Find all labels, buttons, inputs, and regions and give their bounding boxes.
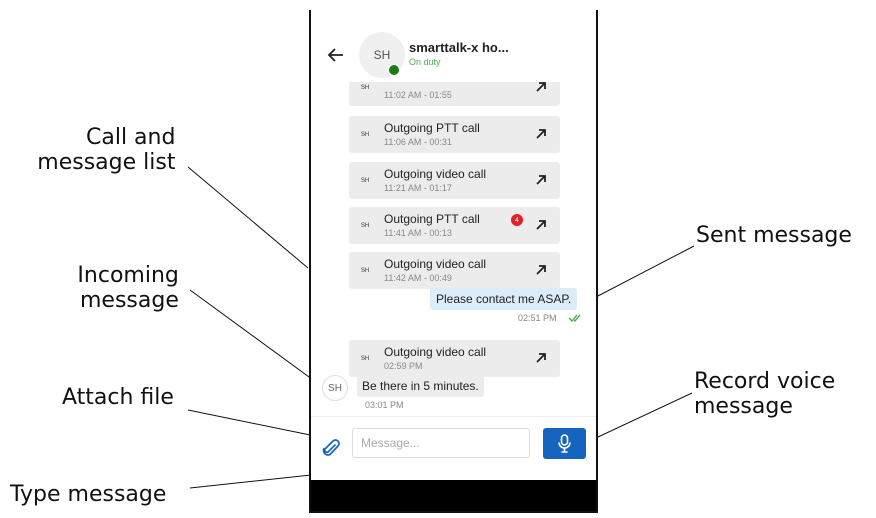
call-avatar: SH [360, 268, 370, 274]
callout-incoming: Incoming message [70, 263, 179, 313]
call-title: Outgoing PTT call [384, 212, 480, 226]
call-title: Outgoing video call [384, 345, 487, 359]
back-arrow-icon[interactable] [327, 46, 345, 64]
incoming-message-time: 03:01 PM [365, 400, 404, 410]
leader-attach [187, 409, 321, 438]
callout-call-list: Call and message list [34, 125, 175, 175]
leader-record-voice [597, 392, 693, 438]
callout-incoming-line1: Incoming [77, 263, 179, 288]
call-log-item[interactable]: SH Outgoing video call 11:42 AM - 00:49 [349, 252, 560, 289]
presence-indicator [388, 64, 400, 76]
incoming-message-bubble[interactable]: Be there in 5 minutes. [357, 375, 484, 397]
call-time: 11:21 AM - 01:17 [384, 183, 452, 193]
call-log-item[interactable]: SH Outgoing PTT call 11:41 AM - 00:13 4 [349, 207, 560, 244]
callout-sent: Sent message [696, 223, 852, 248]
sent-message-bubble[interactable]: Please contact me ASAP. [430, 288, 578, 310]
callout-incoming-line2: message [80, 288, 179, 313]
call-time: 11:06 AM - 00:31 [384, 137, 452, 147]
record-voice-button[interactable] [543, 428, 586, 459]
call-avatar: SH [360, 356, 370, 362]
contact-status: On duty [409, 57, 441, 67]
call-title: Outgoing video call [384, 167, 487, 181]
incoming-sender-avatar: SH [322, 375, 348, 401]
call-log-item[interactable]: SH Outgoing PTT call 11:06 AM - 00:31 [349, 116, 560, 153]
callout-record-voice-line2: message [694, 394, 793, 419]
message-composer [311, 416, 596, 477]
phone-screen: SH 11:02 AM - 01:55 SH Outgoing PTT call… [309, 10, 598, 513]
message-input[interactable] [352, 428, 530, 458]
call-time: 11:41 AM - 00:13 [384, 228, 452, 238]
outgoing-arrow-icon [536, 220, 546, 230]
paperclip-icon[interactable] [322, 439, 340, 459]
phone-bottom-bar [311, 480, 596, 511]
callout-record-voice-line1: Record voice [694, 369, 836, 394]
callout-call-list-line2: message list [37, 150, 176, 175]
contact-name[interactable]: smarttalk-x ho... [409, 40, 509, 55]
chat-message-list[interactable]: SH 11:02 AM - 01:55 SH Outgoing PTT call… [311, 82, 596, 415]
call-avatar: SH [360, 132, 370, 138]
call-log-item[interactable]: SH 11:02 AM - 01:55 [349, 82, 560, 106]
callout-type-message: Type message [10, 482, 167, 507]
chat-header: SH smarttalk-x ho... On duty [311, 10, 596, 82]
sent-message-time: 02:51 PM [518, 313, 557, 323]
unread-count-badge: 4 [511, 214, 523, 226]
outgoing-arrow-icon [536, 265, 546, 275]
double-check-icon [568, 314, 581, 323]
outgoing-arrow-icon [536, 175, 546, 185]
leader-sent [595, 245, 695, 298]
call-avatar: SH [360, 223, 370, 229]
call-log-item[interactable]: SH Outgoing video call 11:21 AM - 01:17 [349, 162, 560, 199]
callout-call-list-line1: Call and [86, 125, 176, 150]
call-time: 11:42 AM - 00:49 [384, 273, 452, 283]
call-avatar: SH [360, 85, 370, 91]
call-avatar: SH [360, 178, 370, 184]
outgoing-arrow-icon [536, 82, 546, 92]
call-time: 02:59 PM [384, 361, 423, 371]
call-title: Outgoing video call [384, 257, 487, 271]
call-time: 11:02 AM - 01:55 [384, 90, 452, 100]
call-log-item[interactable]: SH Outgoing video call 02:59 PM [349, 340, 560, 377]
microphone-icon [558, 434, 571, 453]
outgoing-arrow-icon [536, 353, 546, 363]
callout-record-voice: Record voice message [694, 369, 835, 419]
call-title: Outgoing PTT call [384, 121, 480, 135]
leader-call-list [187, 166, 309, 269]
callout-attach: Attach file [62, 385, 174, 410]
leader-incoming [189, 289, 321, 386]
outgoing-arrow-icon [536, 129, 546, 139]
